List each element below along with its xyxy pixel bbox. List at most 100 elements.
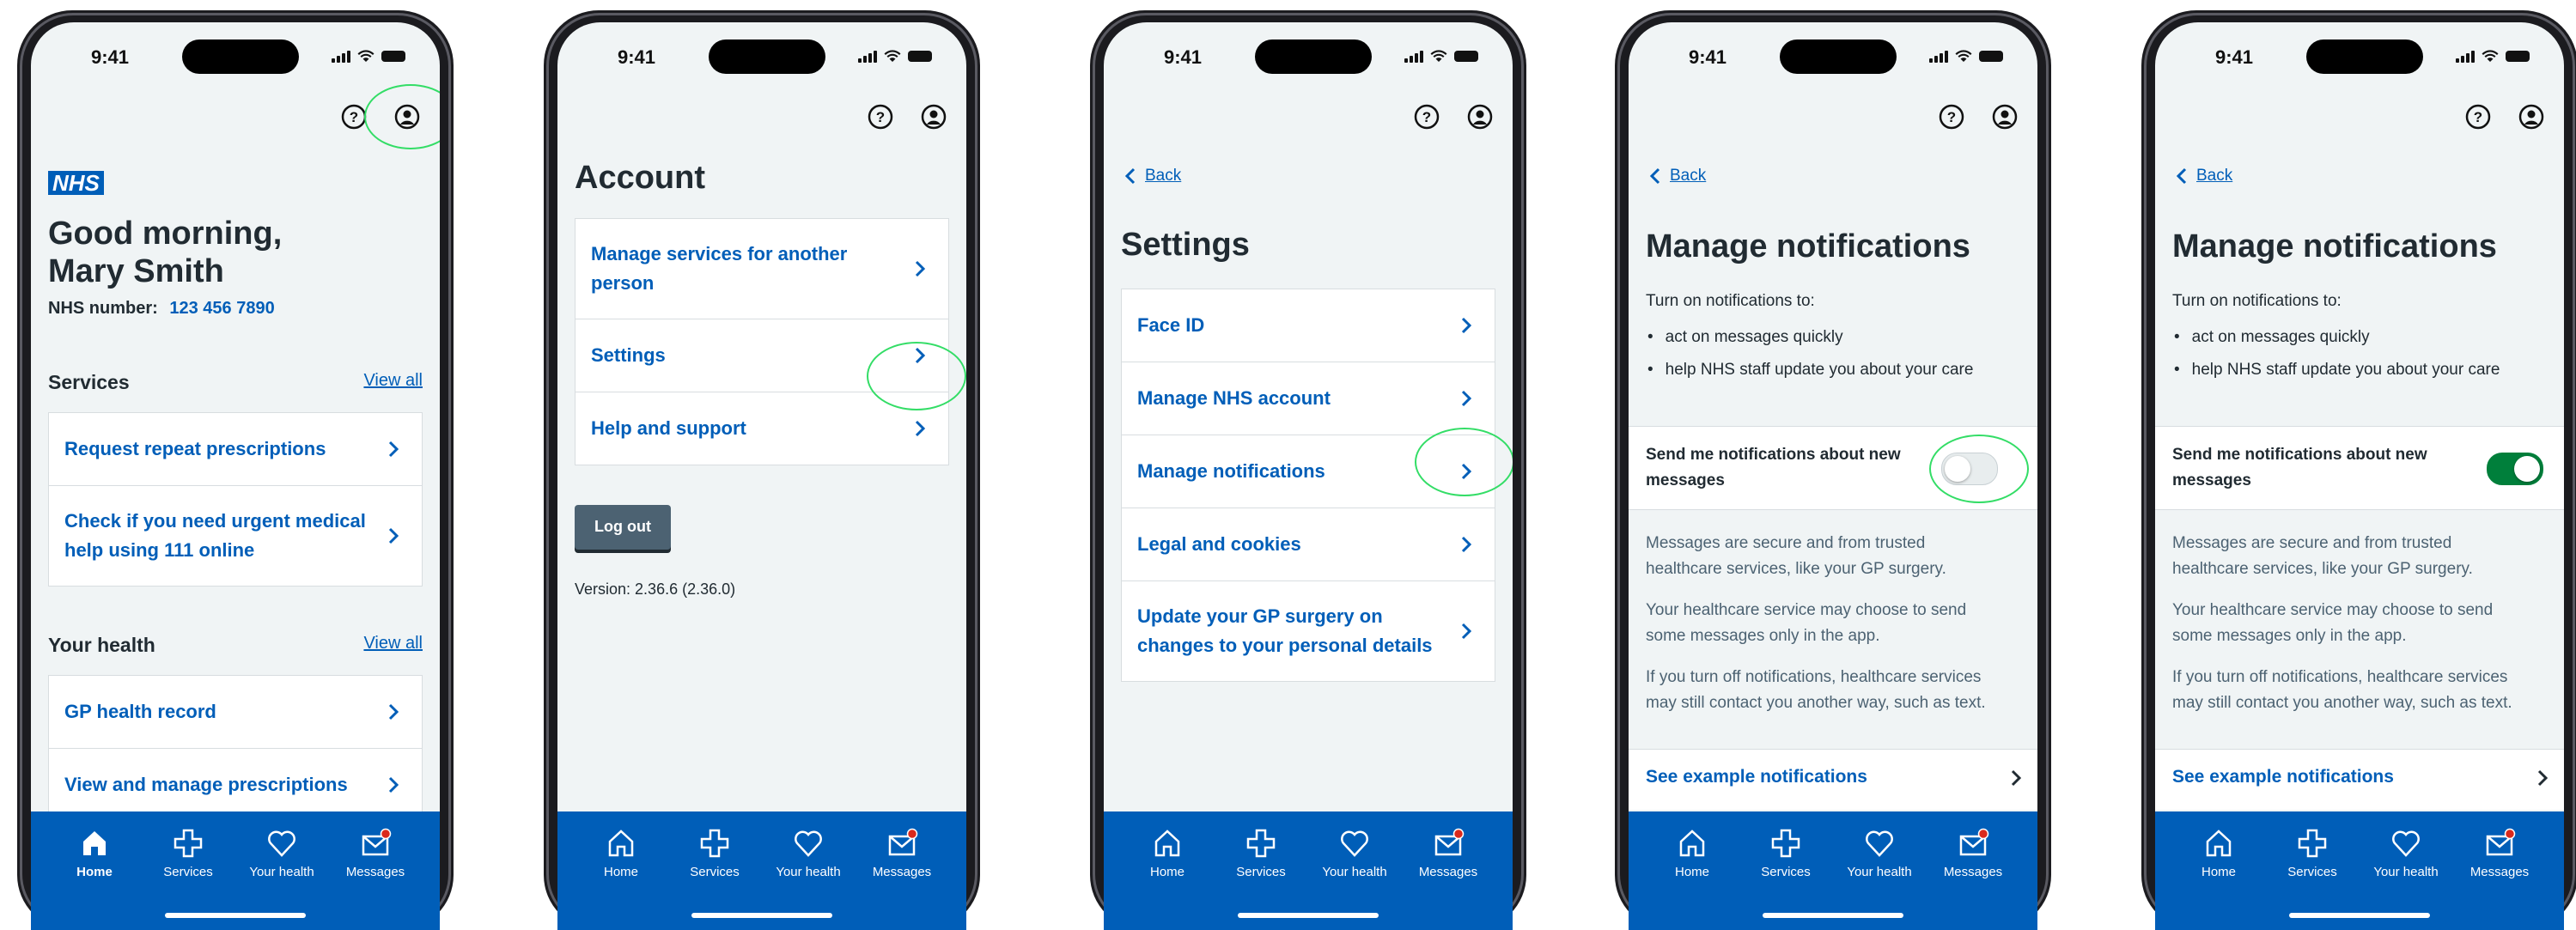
phone-settings: 9:41 ? Back Settings Face ID Manage NHS … bbox=[1090, 10, 1526, 930]
help-icon[interactable]: ? bbox=[1413, 103, 1440, 131]
tab-services[interactable]: Services bbox=[149, 827, 227, 879]
tab-home[interactable]: Home bbox=[2180, 827, 2257, 879]
info-paragraph-2: Your healthcare service may choose to se… bbox=[1646, 601, 1967, 645]
tab-label: Your health bbox=[1322, 865, 1387, 879]
back-label: Back bbox=[2196, 167, 2233, 185]
notifications-toggle[interactable] bbox=[2487, 453, 2543, 485]
battery-icon bbox=[908, 51, 932, 62]
nhs-number-value: 123 456 7890 bbox=[169, 299, 275, 318]
status-bar: 9:41 bbox=[1104, 22, 1513, 82]
cross-icon bbox=[700, 829, 729, 858]
row-label: Help and support bbox=[591, 417, 746, 439]
chevron-right-icon bbox=[1461, 390, 1472, 407]
chevron-left-icon bbox=[1124, 167, 1136, 185]
health-view-all-link[interactable]: View all bbox=[363, 634, 423, 653]
tab-your-health[interactable]: Your health bbox=[770, 827, 847, 879]
update-gp-row[interactable]: Update your GP surgery on changes to you… bbox=[1122, 581, 1495, 681]
legal-cookies-row[interactable]: Legal and cookies bbox=[1122, 508, 1495, 581]
example-notifications-row[interactable]: See example notifications bbox=[1629, 749, 2037, 810]
tab-services[interactable]: Services bbox=[2274, 827, 2351, 879]
manage-prescriptions-row[interactable]: View and manage prescriptions bbox=[49, 749, 422, 821]
gp-record-row[interactable]: GP health record bbox=[49, 676, 422, 749]
chevron-right-icon bbox=[1461, 623, 1472, 640]
tab-home[interactable]: Home bbox=[1653, 827, 1731, 879]
signal-icon bbox=[1929, 50, 1948, 63]
tab-messages[interactable]: Messages bbox=[2461, 827, 2538, 879]
manage-services-row[interactable]: Manage services for another person bbox=[575, 219, 948, 319]
tab-messages[interactable]: Messages bbox=[1410, 827, 1487, 879]
svg-text:?: ? bbox=[876, 109, 885, 125]
back-link[interactable]: Back bbox=[1649, 167, 1706, 185]
heart-icon bbox=[268, 830, 295, 857]
tab-your-health[interactable]: Your health bbox=[1316, 827, 1393, 879]
status-time: 9:41 bbox=[618, 46, 656, 68]
account-icon[interactable] bbox=[2518, 103, 2545, 131]
tab-label: Messages bbox=[2469, 865, 2530, 879]
chevron-right-icon bbox=[915, 260, 926, 277]
help-icon[interactable]: ? bbox=[867, 103, 894, 131]
row-label: Manage notifications bbox=[1137, 460, 1325, 482]
tab-services[interactable]: Services bbox=[1222, 827, 1300, 879]
tab-services[interactable]: Services bbox=[1747, 827, 1824, 879]
chevron-left-icon bbox=[2176, 167, 2187, 185]
chevron-left-icon bbox=[1649, 167, 1660, 185]
manage-notifications-row[interactable]: Manage notifications bbox=[1122, 435, 1495, 508]
row-label: Request repeat prescriptions bbox=[64, 438, 326, 459]
tab-home[interactable]: Home bbox=[1129, 827, 1206, 879]
row-label: Manage NHS account bbox=[1137, 387, 1331, 409]
account-icon[interactable] bbox=[393, 103, 421, 131]
tab-bar: Home Services Your health Messages bbox=[31, 811, 440, 930]
tab-label: Home bbox=[603, 865, 638, 879]
status-time: 9:41 bbox=[2215, 46, 2254, 68]
chevron-right-icon bbox=[1461, 317, 1472, 334]
back-link[interactable]: Back bbox=[1124, 167, 1181, 185]
intro-text: Turn on notifications to: bbox=[1646, 292, 1815, 310]
tab-your-health[interactable]: Your health bbox=[243, 827, 320, 879]
phone-account: 9:41 ? Account Manage services for anoth… bbox=[544, 10, 980, 930]
back-link[interactable]: Back bbox=[2176, 167, 2232, 185]
toggle-row: Send me notifications about new messages bbox=[1629, 426, 2037, 510]
notifications-toggle[interactable] bbox=[1941, 453, 1998, 485]
face-id-row[interactable]: Face ID bbox=[1122, 289, 1495, 362]
home-icon bbox=[1679, 830, 1705, 857]
info-paragraph-1: Messages are secure and from trusted hea… bbox=[1646, 534, 1946, 578]
battery-icon bbox=[381, 51, 405, 62]
home-indicator bbox=[691, 913, 832, 918]
tab-label: Home bbox=[1674, 865, 1709, 879]
request-prescriptions-row[interactable]: Request repeat prescriptions bbox=[49, 413, 422, 486]
settings-row[interactable]: Settings bbox=[575, 319, 948, 392]
tab-messages[interactable]: Messages bbox=[863, 827, 941, 879]
cross-icon bbox=[174, 829, 203, 858]
services-view-all-link[interactable]: View all bbox=[363, 371, 423, 391]
help-support-row[interactable]: Help and support bbox=[575, 392, 948, 465]
tab-label: Your health bbox=[249, 865, 314, 879]
urgent-help-row[interactable]: Check if you need urgent medical help us… bbox=[49, 486, 422, 586]
nhs-logo: NHS bbox=[48, 171, 104, 195]
toggle-row: Send me notifications about new messages bbox=[2155, 426, 2564, 510]
dynamic-island bbox=[182, 40, 299, 74]
chevron-right-icon bbox=[388, 527, 399, 544]
tab-home[interactable]: Home bbox=[56, 827, 133, 879]
wifi-icon bbox=[357, 50, 375, 62]
phone-home: 9:41 ? NHS Good morning, Mary Smith NHS … bbox=[17, 10, 454, 930]
help-icon[interactable]: ? bbox=[2464, 103, 2492, 131]
help-icon[interactable]: ? bbox=[1938, 103, 1965, 131]
tab-messages[interactable]: Messages bbox=[1934, 827, 2012, 879]
account-icon[interactable] bbox=[920, 103, 947, 131]
tab-your-health[interactable]: Your health bbox=[2367, 827, 2445, 879]
tab-messages[interactable]: Messages bbox=[337, 827, 414, 879]
account-icon[interactable] bbox=[1991, 103, 2019, 131]
tab-home[interactable]: Home bbox=[582, 827, 660, 879]
svg-text:?: ? bbox=[1947, 109, 1956, 125]
tab-services[interactable]: Services bbox=[676, 827, 753, 879]
intro-text: Turn on notifications to: bbox=[2172, 292, 2342, 310]
example-notifications-row[interactable]: See example notifications bbox=[2155, 749, 2564, 810]
tab-label: Messages bbox=[1943, 865, 2003, 879]
tab-your-health[interactable]: Your health bbox=[1841, 827, 1918, 879]
help-icon[interactable]: ? bbox=[340, 103, 368, 131]
tab-label: Messages bbox=[345, 865, 405, 879]
logout-button[interactable]: Log out bbox=[575, 505, 671, 550]
account-icon[interactable] bbox=[1466, 103, 1494, 131]
envelope-icon bbox=[1434, 828, 1465, 856]
manage-nhs-account-row[interactable]: Manage NHS account bbox=[1122, 362, 1495, 435]
